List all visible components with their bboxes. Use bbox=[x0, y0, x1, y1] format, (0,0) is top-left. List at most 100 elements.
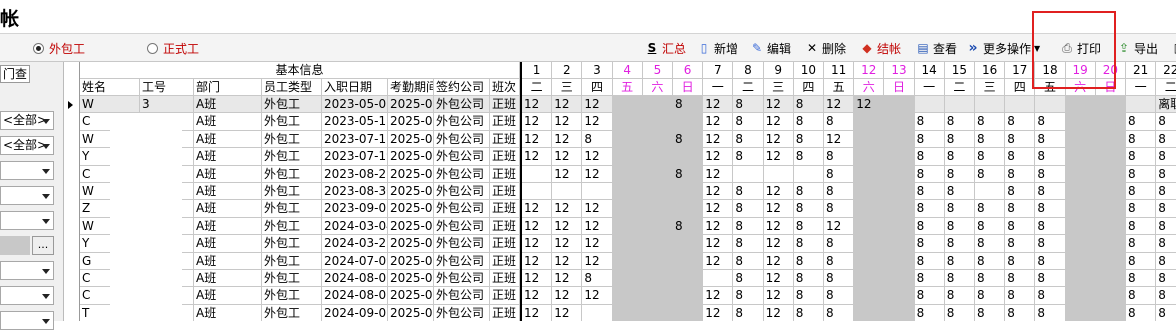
table-cell-dept[interactable]: A班 bbox=[194, 148, 262, 166]
attendance-cell[interactable]: 8 bbox=[1005, 287, 1036, 305]
attendance-cell[interactable] bbox=[673, 304, 704, 321]
attendance-cell[interactable]: 12 bbox=[703, 200, 734, 218]
attendance-cell[interactable]: 8 bbox=[1156, 270, 1176, 288]
attendance-cell[interactable]: 12 bbox=[552, 96, 583, 114]
attendance-cell[interactable]: 12 bbox=[824, 130, 855, 149]
table-cell-period[interactable]: 2025-04 bbox=[388, 200, 434, 218]
attendance-cell[interactable]: 12 bbox=[552, 165, 583, 183]
tab-department-query[interactable]: 门查 bbox=[0, 65, 30, 83]
attendance-cell[interactable]: 8 bbox=[1126, 235, 1157, 253]
attendance-cell[interactable]: 8 bbox=[1126, 165, 1157, 183]
attendance-cell[interactable]: 12 bbox=[763, 200, 794, 218]
attendance-cell[interactable]: 8 bbox=[824, 183, 855, 201]
table-cell-date[interactable]: 2024-07-09 bbox=[322, 252, 388, 270]
table-cell-type[interactable]: 外包工 bbox=[262, 183, 322, 201]
attendance-cell[interactable]: 8 bbox=[673, 96, 704, 114]
table-cell-period[interactable]: 2025-04 bbox=[388, 113, 434, 131]
attendance-cell[interactable] bbox=[612, 304, 643, 321]
attendance-cell[interactable] bbox=[1065, 200, 1096, 218]
table-cell-dept[interactable]: A班 bbox=[194, 165, 262, 183]
attendance-cell[interactable]: 8 bbox=[914, 113, 945, 131]
attendance-cell[interactable]: 8 bbox=[793, 270, 824, 288]
attendance-cell[interactable]: 8 bbox=[975, 287, 1006, 305]
summary-button[interactable]: S 汇总 bbox=[645, 39, 686, 57]
export-button[interactable]: ⇪ 导出 bbox=[1117, 39, 1158, 57]
table-cell-dept[interactable]: A班 bbox=[194, 200, 262, 218]
attendance-cell[interactable]: 12 bbox=[582, 252, 613, 270]
attendance-cell[interactable]: 8 bbox=[1035, 148, 1066, 166]
attendance-cell[interactable]: 8 bbox=[1035, 200, 1066, 218]
attendance-cell[interactable]: 12 bbox=[703, 235, 734, 253]
table-cell-company[interactable]: 外包公司 bbox=[434, 165, 490, 183]
attendance-cell[interactable]: 8 bbox=[1156, 253, 1176, 270]
overflow-icon[interactable]: ▯ bbox=[1170, 39, 1176, 57]
attendance-cell[interactable]: 8 bbox=[824, 148, 855, 166]
attendance-cell[interactable]: 12 bbox=[703, 148, 734, 166]
attendance-cell[interactable]: 8 bbox=[944, 200, 975, 218]
attendance-cell[interactable]: 8 bbox=[914, 252, 945, 270]
attendance-cell[interactable]: 12 bbox=[522, 130, 553, 149]
attendance-cell[interactable]: 8 bbox=[1126, 113, 1157, 131]
table-cell-type[interactable]: 外包工 bbox=[262, 304, 322, 321]
attendance-cell[interactable]: 12 bbox=[824, 96, 855, 114]
attendance-cell[interactable]: 8 bbox=[914, 200, 945, 218]
attendance-cell[interactable]: 8 bbox=[914, 165, 945, 183]
attendance-cell[interactable]: 8 bbox=[733, 252, 764, 270]
attendance-cell[interactable] bbox=[1095, 183, 1126, 201]
filter-combo[interactable] bbox=[0, 211, 54, 230]
attendance-cell[interactable] bbox=[1065, 96, 1096, 114]
table-cell-company[interactable]: 外包公司 bbox=[434, 113, 490, 131]
attendance-cell[interactable]: 12 bbox=[763, 235, 794, 253]
table-cell-date[interactable]: 2023-05-02 bbox=[322, 96, 388, 114]
attendance-cell[interactable] bbox=[884, 183, 915, 201]
checkout-button[interactable]: ◆ 结帐 bbox=[860, 39, 901, 57]
attendance-cell[interactable] bbox=[642, 165, 673, 183]
attendance-cell[interactable]: 8 bbox=[824, 304, 855, 321]
attendance-cell[interactable] bbox=[1095, 165, 1126, 183]
attendance-cell[interactable] bbox=[612, 130, 643, 149]
attendance-cell[interactable]: 8 bbox=[733, 217, 764, 236]
attendance-cell[interactable] bbox=[612, 96, 643, 114]
new-button[interactable]: ▯ 新增 bbox=[697, 39, 738, 57]
attendance-cell[interactable] bbox=[975, 183, 1006, 201]
attendance-cell[interactable] bbox=[642, 217, 673, 236]
attendance-cell[interactable] bbox=[884, 200, 915, 218]
attendance-cell[interactable] bbox=[612, 217, 643, 236]
table-cell-type[interactable]: 外包工 bbox=[262, 287, 322, 305]
attendance-cell[interactable]: 8 bbox=[1035, 183, 1066, 201]
attendance-cell[interactable]: 8 bbox=[1035, 287, 1066, 305]
table-cell-dept[interactable]: A班 bbox=[194, 96, 262, 114]
attendance-cell[interactable]: 8 bbox=[793, 183, 824, 201]
day-header[interactable]: 2 bbox=[552, 62, 583, 79]
attendance-cell[interactable] bbox=[854, 304, 885, 321]
attendance-cell[interactable]: 8 bbox=[793, 235, 824, 253]
table-cell-type[interactable]: 外包工 bbox=[262, 130, 322, 149]
attendance-cell[interactable] bbox=[854, 270, 885, 288]
table-cell-company[interactable]: 外包公司 bbox=[434, 287, 490, 305]
attendance-cell[interactable]: 8 bbox=[1156, 131, 1176, 149]
filter-input[interactable] bbox=[0, 236, 30, 255]
attendance-cell[interactable] bbox=[884, 287, 915, 305]
attendance-grid[interactable]: 基本信息 姓名 工号 部门 员工类型 入职日期 考勤期间 签约公司 班次 1 二 2 三 3 四 4 五 5 六 6 日… bbox=[80, 62, 1176, 321]
attendance-cell[interactable]: 8 bbox=[1035, 113, 1066, 131]
attendance-cell[interactable] bbox=[1065, 165, 1096, 183]
attendance-cell[interactable]: 12 bbox=[552, 217, 583, 236]
attendance-cell[interactable]: 8 bbox=[975, 304, 1006, 321]
attendance-cell[interactable] bbox=[522, 183, 553, 201]
day-header[interactable]: 10 bbox=[793, 62, 824, 79]
attendance-cell[interactable]: 8 bbox=[914, 183, 945, 201]
attendance-cell[interactable] bbox=[642, 96, 673, 114]
day-header[interactable]: 4 bbox=[612, 62, 643, 79]
attendance-cell[interactable]: 8 bbox=[1005, 200, 1036, 218]
attendance-cell[interactable]: 8 bbox=[673, 165, 704, 183]
edit-button[interactable]: ✎ 编辑 bbox=[750, 39, 791, 57]
attendance-cell[interactable] bbox=[642, 130, 673, 149]
attendance-cell[interactable]: 8 bbox=[733, 304, 764, 321]
attendance-cell[interactable]: 8 bbox=[1156, 148, 1176, 166]
table-cell-type[interactable]: 外包工 bbox=[262, 235, 322, 253]
attendance-cell[interactable]: 8 bbox=[733, 287, 764, 305]
attendance-cell[interactable]: 8 bbox=[975, 200, 1006, 218]
attendance-cell[interactable] bbox=[1126, 96, 1157, 114]
attendance-cell[interactable]: 8 bbox=[1126, 217, 1157, 236]
attendance-cell[interactable]: 8 bbox=[582, 270, 613, 288]
